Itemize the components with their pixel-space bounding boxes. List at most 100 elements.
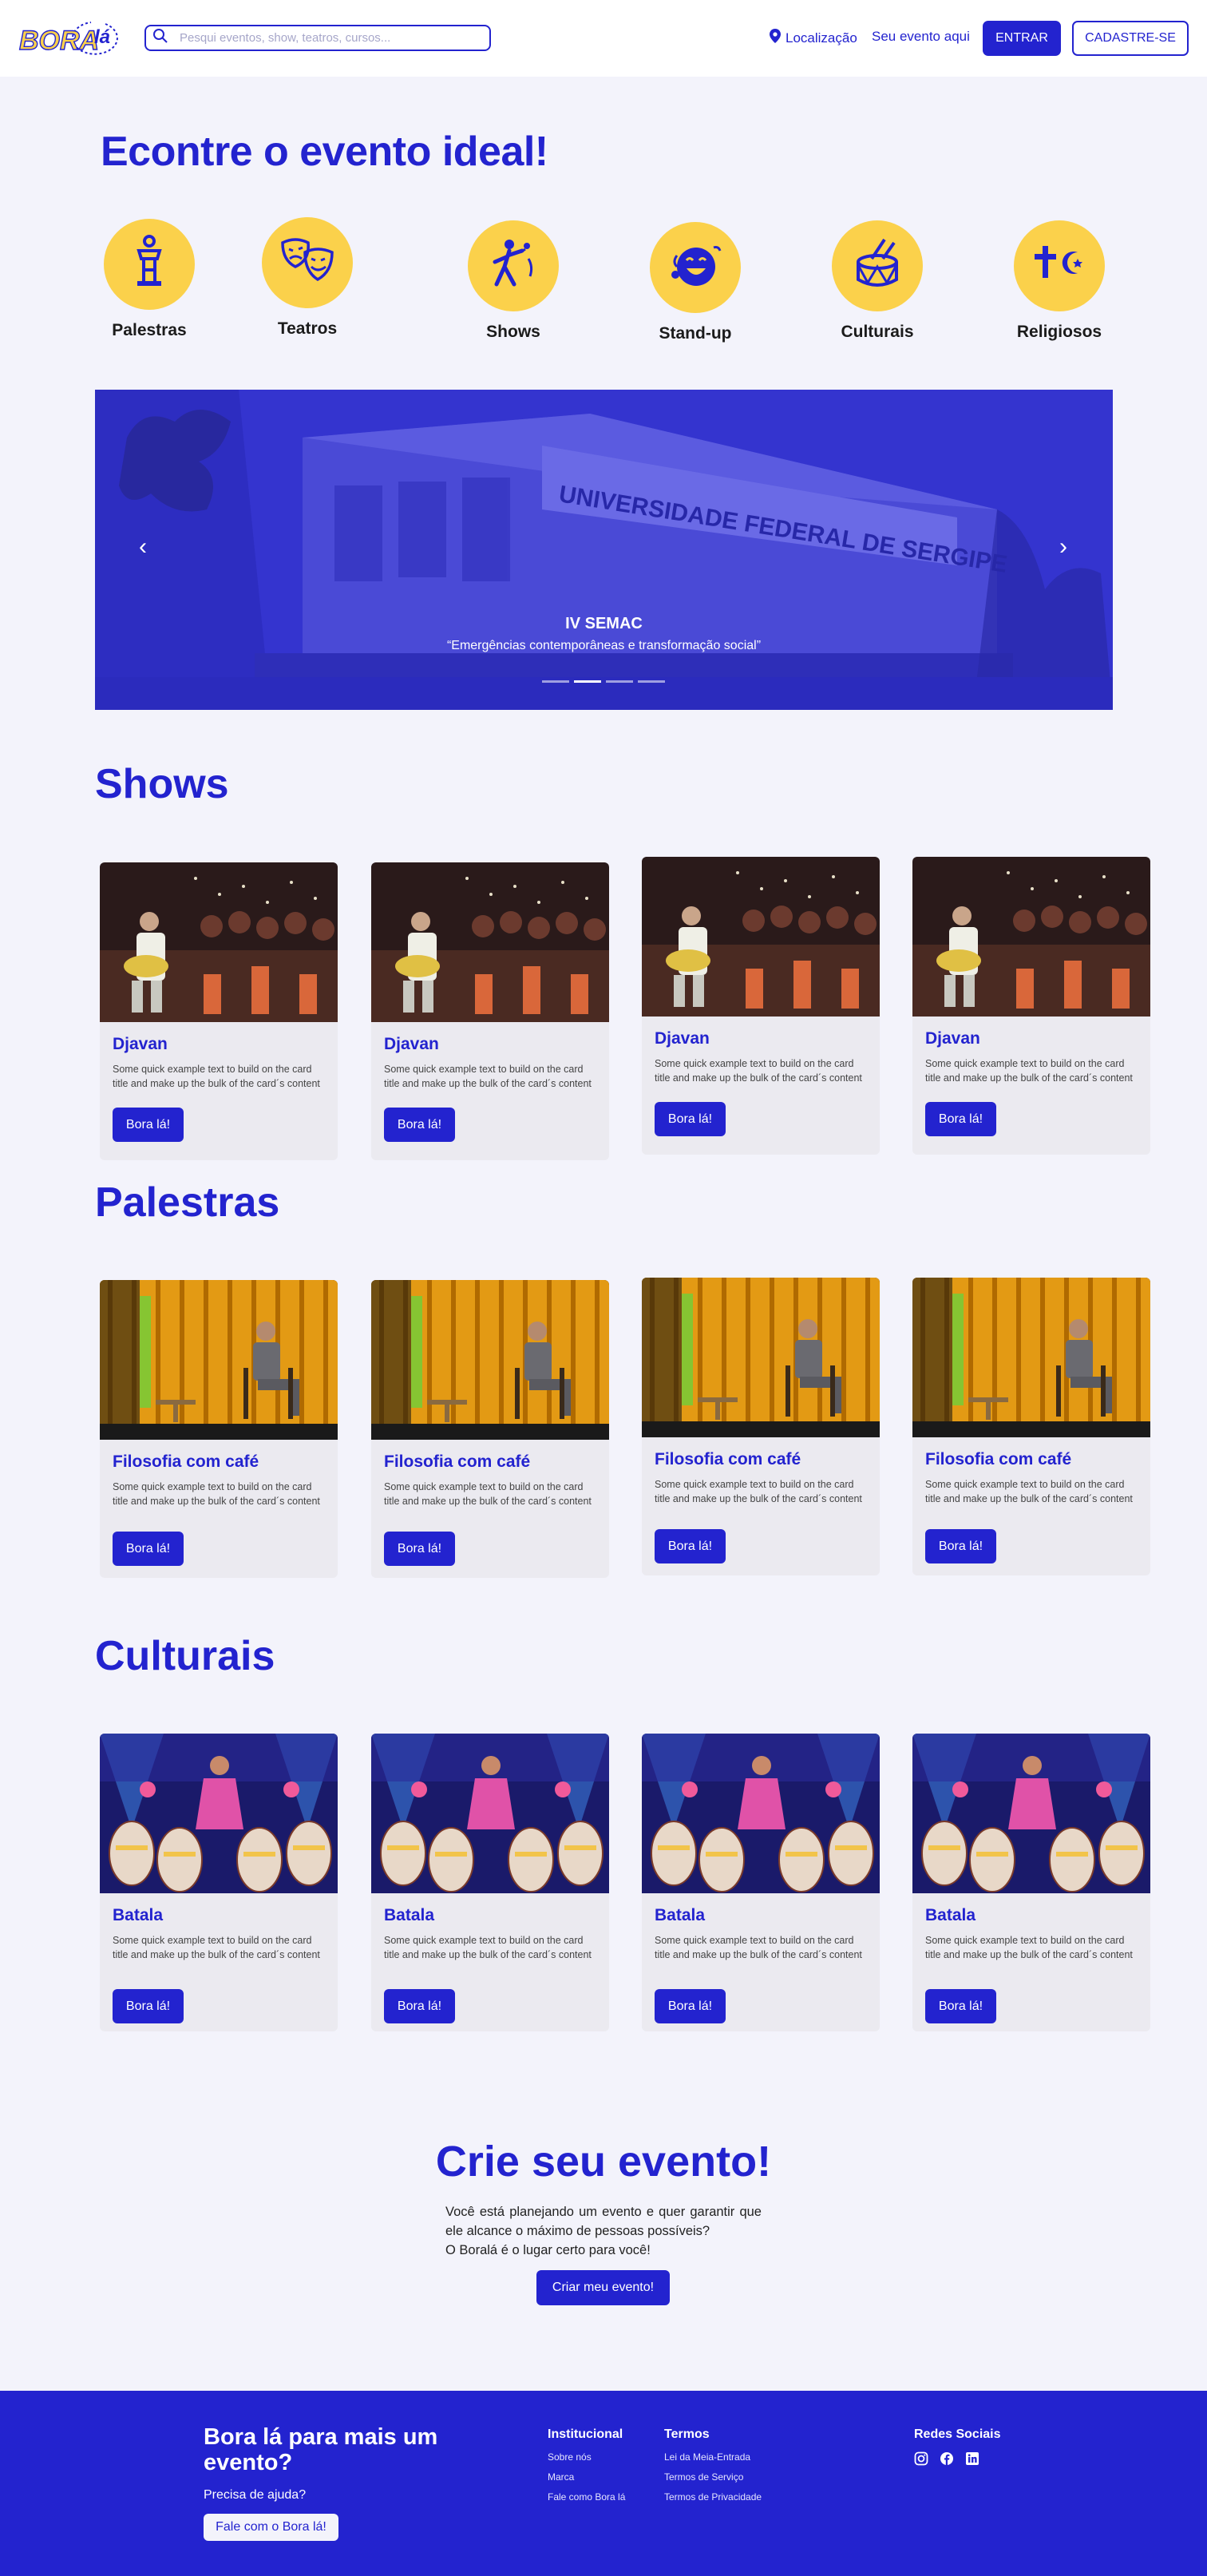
search-input[interactable] bbox=[180, 31, 483, 45]
your-event-link[interactable]: Seu evento aqui bbox=[872, 29, 970, 45]
event-card-image[interactable] bbox=[371, 862, 609, 1022]
footer-link-marca[interactable]: Marca bbox=[548, 2471, 625, 2483]
drum-icon bbox=[848, 235, 907, 298]
carousel-prev-button[interactable]: ‹ bbox=[127, 533, 159, 565]
bora-la-button[interactable]: Bora lá! bbox=[384, 1108, 455, 1142]
event-card: Djavan Some quick example text to build … bbox=[371, 862, 609, 1160]
category-circle bbox=[650, 222, 741, 313]
location-label: Localização bbox=[786, 30, 857, 46]
create-event-title: Crie seu evento! bbox=[435, 2138, 772, 2186]
event-card-image[interactable] bbox=[371, 1734, 609, 1893]
carousel-next-button[interactable]: › bbox=[1047, 533, 1079, 565]
carousel-indicator-active[interactable] bbox=[574, 680, 601, 683]
category-palestras[interactable]: Palestras bbox=[85, 219, 213, 340]
category-label: Stand-up bbox=[659, 324, 732, 343]
location-link[interactable]: Localização bbox=[770, 29, 857, 47]
linkedin-icon[interactable] bbox=[965, 2451, 979, 2470]
bora-la-button[interactable]: Bora lá! bbox=[655, 1102, 726, 1136]
section-title-palestras: Palestras bbox=[95, 1179, 280, 1226]
category-label: Religiosos bbox=[1016, 323, 1102, 341]
carousel-caption-title: IV SEMAC bbox=[565, 615, 643, 632]
event-card-title: Filosofia com café bbox=[384, 1452, 531, 1471]
event-card: Djavan Some quick example text to build … bbox=[100, 862, 338, 1160]
bora-la-button[interactable]: Bora lá! bbox=[925, 1102, 996, 1136]
footer-link-privacidade[interactable]: Termos de Privacidade bbox=[664, 2491, 762, 2503]
signup-button[interactable]: CADASTRE-SE bbox=[1072, 21, 1189, 56]
event-card-image[interactable] bbox=[371, 1280, 609, 1440]
event-card-title: Djavan bbox=[113, 1035, 168, 1053]
event-card: Djavan Some quick example text to build … bbox=[912, 857, 1150, 1155]
borala-logo[interactable]: BORA lá bbox=[16, 14, 134, 61]
carousel-slide-image: UNIVERSIDADE FEDERAL DE SERGIPE bbox=[95, 390, 1113, 710]
svg-text:lá: lá bbox=[94, 26, 110, 48]
event-card-text: Some quick example text to build on the … bbox=[113, 1064, 320, 1089]
category-label: Culturais bbox=[841, 323, 914, 341]
event-card-title: Djavan bbox=[655, 1029, 710, 1048]
bora-la-button[interactable]: Bora lá! bbox=[384, 1989, 455, 2023]
footer-link-sobre[interactable]: Sobre nós bbox=[548, 2451, 625, 2463]
bora-la-button[interactable]: Bora lá! bbox=[925, 1989, 996, 2023]
bora-la-button[interactable]: Bora lá! bbox=[925, 1529, 996, 1563]
carousel-indicator[interactable] bbox=[638, 680, 665, 683]
carousel-indicator[interactable] bbox=[542, 680, 569, 683]
login-button[interactable]: ENTRAR bbox=[983, 21, 1061, 56]
event-card-image[interactable] bbox=[912, 857, 1150, 1017]
footer-link-meia-entrada[interactable]: Lei da Meia-Entrada bbox=[664, 2451, 762, 2463]
search-icon[interactable] bbox=[152, 28, 168, 48]
event-card-text: Some quick example text to build on the … bbox=[384, 1064, 592, 1089]
category-teatros[interactable]: Teatros bbox=[243, 217, 371, 339]
chevron-left-icon: ‹ bbox=[139, 533, 147, 560]
event-card-text: Some quick example text to build on the … bbox=[113, 1935, 320, 1960]
category-shows[interactable]: Shows bbox=[449, 220, 577, 342]
event-card-image[interactable] bbox=[100, 1280, 338, 1440]
category-religiosos[interactable]: Religiosos bbox=[995, 220, 1123, 342]
event-card-image[interactable] bbox=[642, 1278, 880, 1437]
contact-button[interactable]: Fale com o Bora lá! bbox=[204, 2514, 338, 2541]
event-card-title: Filosofia com café bbox=[113, 1452, 259, 1471]
footer: Bora lá para mais um evento? Precisa de … bbox=[0, 2391, 1207, 2576]
bora-la-button[interactable]: Bora lá! bbox=[113, 1989, 184, 2023]
event-card: Batala Some quick example text to build … bbox=[371, 1734, 609, 2031]
chevron-right-icon: › bbox=[1059, 533, 1067, 560]
event-card-image[interactable] bbox=[100, 1734, 338, 1893]
svg-text:BORA: BORA bbox=[19, 26, 99, 56]
event-card-title: Batala bbox=[384, 1906, 435, 1924]
lectern-icon bbox=[120, 233, 179, 296]
create-event-button[interactable]: Criar meu evento! bbox=[536, 2270, 670, 2305]
category-circle bbox=[832, 220, 923, 311]
event-card-image[interactable] bbox=[912, 1734, 1150, 1893]
bora-la-button[interactable]: Bora lá! bbox=[655, 1989, 726, 2023]
footer-link-termos-servico[interactable]: Termos de Serviço bbox=[664, 2471, 762, 2483]
carousel-caption-subtitle: “Emergências contemporâneas e transforma… bbox=[446, 639, 762, 652]
footer-social: Redes Sociais bbox=[914, 2427, 1001, 2470]
event-card-title: Batala bbox=[655, 1906, 706, 1924]
event-card: Batala Some quick example text to build … bbox=[100, 1734, 338, 2031]
event-card-text: Some quick example text to build on the … bbox=[384, 1481, 592, 1507]
bora-la-button[interactable]: Bora lá! bbox=[113, 1532, 184, 1566]
event-card: Batala Some quick example text to build … bbox=[912, 1734, 1150, 2031]
laughing-face-icon bbox=[666, 236, 725, 299]
event-card-image[interactable] bbox=[642, 1734, 880, 1893]
event-card-image[interactable] bbox=[100, 862, 338, 1022]
event-card-image[interactable] bbox=[912, 1278, 1150, 1437]
category-culturais[interactable]: Culturais bbox=[813, 220, 941, 342]
create-event-paragraph: Você está planejando um evento e quer ga… bbox=[445, 2205, 762, 2238]
footer-column-title: Redes Sociais bbox=[914, 2427, 1001, 2441]
event-card: Filosofia com café Some quick example te… bbox=[912, 1278, 1150, 1575]
carousel-indicator[interactable] bbox=[606, 680, 633, 683]
category-standup[interactable]: Stand-up bbox=[631, 222, 759, 343]
search-bar[interactable] bbox=[144, 25, 491, 51]
bora-la-button[interactable]: Bora lá! bbox=[113, 1108, 184, 1142]
footer-column-title: Institucional bbox=[548, 2427, 623, 2441]
facebook-icon[interactable] bbox=[940, 2451, 954, 2470]
bora-la-button[interactable]: Bora lá! bbox=[655, 1529, 726, 1563]
event-card-title: Batala bbox=[925, 1906, 976, 1924]
footer-column-title: Termos bbox=[664, 2427, 710, 2441]
event-card-image[interactable] bbox=[642, 857, 880, 1017]
footer-link-contato[interactable]: Fale como Bora lá bbox=[548, 2491, 625, 2503]
footer-institucional: Institucional Sobre nós Marca Fale como … bbox=[548, 2427, 625, 2511]
event-carousel[interactable]: UNIVERSIDADE FEDERAL DE SERGIPE ‹ › IV S… bbox=[95, 390, 1113, 710]
instagram-icon[interactable] bbox=[914, 2451, 928, 2470]
event-card-title: Filosofia com café bbox=[925, 1450, 1072, 1468]
bora-la-button[interactable]: Bora lá! bbox=[384, 1532, 455, 1566]
